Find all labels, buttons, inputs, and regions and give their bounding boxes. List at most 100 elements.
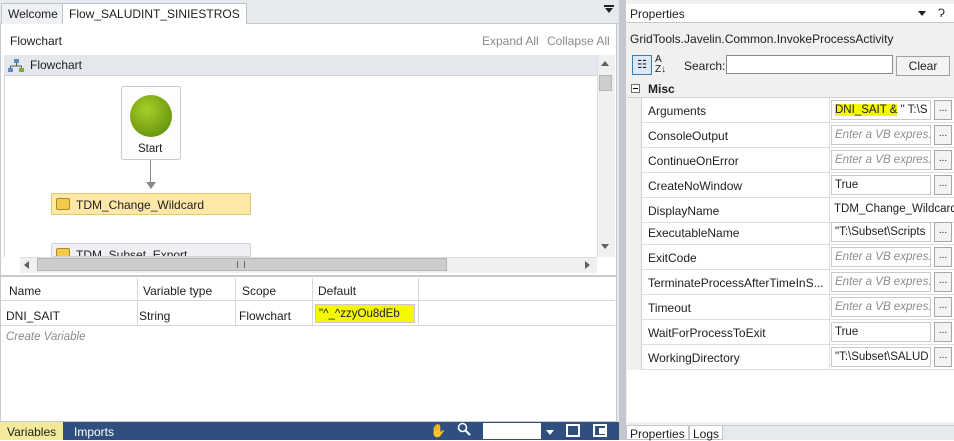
property-value-input[interactable]: Enter a VB expres: <box>831 150 931 170</box>
column-divider <box>829 123 830 148</box>
clear-search-button[interactable]: Clear <box>896 56 950 76</box>
property-row[interactable]: ExitCode Enter a VB expres:... <box>642 245 954 270</box>
property-row[interactable]: CreateNoWindow True... <box>642 173 954 198</box>
fit-to-screen-icon[interactable] <box>566 424 580 437</box>
table-row[interactable] <box>1 301 615 326</box>
tab-flow-saludint-siniestros[interactable]: Flow_SALUDINT_SINIESTROS <box>62 3 247 24</box>
create-variable-placeholder[interactable]: Create Variable <box>6 331 85 343</box>
tab-welcome[interactable]: Welcome <box>1 3 65 24</box>
expression-editor-button[interactable]: ... <box>934 297 952 317</box>
property-value-input[interactable]: True <box>831 322 931 342</box>
expression-editor-button[interactable]: ... <box>934 347 952 367</box>
expression-editor-button[interactable]: ... <box>934 125 952 145</box>
property-value-input[interactable]: True <box>831 175 931 195</box>
connector-arrow-icon <box>146 182 156 189</box>
column-divider <box>829 345 830 370</box>
tab-menu-icon-bar[interactable] <box>604 5 614 7</box>
category-misc-row[interactable] <box>627 79 954 98</box>
variable-default-value: "^_^zzyOu8dEb <box>319 308 400 320</box>
highlighted-argument-text: DNI_SAIT & <box>835 104 898 116</box>
properties-search-input[interactable] <box>726 55 893 74</box>
flowchart-icon <box>8 59 24 72</box>
imports-tab[interactable]: Imports <box>74 425 114 439</box>
property-row[interactable]: ContinueOnError Enter a VB expres:... <box>642 148 954 173</box>
flowchart-canvas[interactable] <box>4 76 597 257</box>
expression-editor-button[interactable]: ... <box>934 247 952 267</box>
alphabetical-sort-icon[interactable]: A Z↓ <box>655 55 673 75</box>
variable-type-cell[interactable]: String <box>139 309 170 323</box>
property-name: ContinueOnError <box>648 154 739 168</box>
tab-properties[interactable]: Properties <box>626 426 689 441</box>
tab-menu-icon[interactable] <box>605 8 613 13</box>
collapse-all-link[interactable]: Collapse All <box>547 34 610 48</box>
property-value-input[interactable]: "T:\Subset\Scripts <box>831 222 931 242</box>
flowchart-title: Flowchart <box>30 58 83 72</box>
property-name: Arguments <box>648 104 707 118</box>
property-row[interactable]: TerminateProcessAfterTimeInS... Enter a V… <box>642 270 954 295</box>
tab-logs[interactable]: Logs <box>689 426 724 441</box>
property-name: ConsoleOutput <box>648 129 729 143</box>
zoom-level-combobox[interactable] <box>483 423 541 439</box>
start-node-label: Start <box>138 143 163 155</box>
activity-icon <box>56 198 70 210</box>
property-value-input[interactable]: Enter a VB expres: <box>831 297 931 317</box>
vertical-scroll-thumb[interactable] <box>599 75 612 91</box>
pin-icon[interactable]: Ɂ <box>938 6 945 20</box>
pan-hand-icon[interactable]: ✋ <box>430 423 446 438</box>
variables-tab[interactable]: Variables <box>0 422 63 440</box>
variables-header-row <box>1 278 615 301</box>
scroll-right-icon[interactable] <box>585 261 590 269</box>
property-value-input[interactable]: TDM_Change_Wildcard <box>831 200 954 220</box>
property-value-input[interactable]: Enter a VB expres: <box>831 272 931 292</box>
expand-all-link[interactable]: Expand All <box>482 34 539 48</box>
scroll-grip-icon <box>237 261 245 268</box>
expression-editor-button[interactable]: ... <box>934 222 952 242</box>
scroll-left-icon[interactable] <box>24 261 29 269</box>
activity-class-name: GridTools.Javelin.Common.InvokeProcessAc… <box>630 32 894 46</box>
property-name: CreateNoWindow <box>648 179 743 193</box>
expression-editor-button[interactable]: ... <box>934 175 952 195</box>
property-row[interactable]: ExecutableName "T:\Subset\Scripts... <box>642 220 954 245</box>
search-label: Search: <box>684 59 726 73</box>
category-label: Misc <box>648 82 675 96</box>
property-row[interactable]: WorkingDirectory "T:\Subset\SALUD... <box>642 345 954 370</box>
property-name: DisplayName <box>648 204 720 218</box>
property-name: ExecutableName <box>648 226 740 240</box>
activity-tdm-change-wildcard[interactable]: TDM_Change_Wildcard <box>51 193 251 215</box>
expression-editor-button[interactable]: ... <box>934 272 952 292</box>
pane-splitter[interactable] <box>619 0 626 440</box>
property-row[interactable]: Timeout Enter a VB expres:... <box>642 295 954 320</box>
property-value-input[interactable]: Enter a VB expres: <box>831 247 931 267</box>
expression-editor-button[interactable]: ... <box>934 100 952 120</box>
zoom-dropdown-icon[interactable] <box>546 430 554 435</box>
scroll-up-icon[interactable] <box>601 61 609 66</box>
categorized-sort-icon[interactable]: ☷ <box>632 55 652 75</box>
zoom-magnifier-icon[interactable] <box>457 422 471 437</box>
property-value-input[interactable]: Enter a VB expres: <box>831 125 931 145</box>
expression-editor-button[interactable]: ... <box>934 150 952 170</box>
column-divider <box>829 148 830 173</box>
expression-editor-button[interactable]: ... <box>934 322 952 342</box>
property-value-input[interactable]: "T:\Subset\SALUD <box>831 347 931 367</box>
column-divider <box>829 245 830 270</box>
properties-title: Properties <box>630 7 685 21</box>
column-divider <box>829 173 830 198</box>
column-header-default[interactable]: Default <box>318 284 356 298</box>
start-node-circle <box>130 95 172 137</box>
breadcrumb[interactable]: Flowchart <box>10 34 62 48</box>
collapse-category-icon[interactable] <box>631 84 640 93</box>
column-header-variable-type[interactable]: Variable type <box>143 284 212 298</box>
variable-scope-cell[interactable]: Flowchart <box>239 309 291 323</box>
property-row[interactable]: Arguments DNI_SAIT & " T:\S... <box>642 98 954 123</box>
property-row[interactable]: ConsoleOutput Enter a VB expres:... <box>642 123 954 148</box>
scroll-down-icon[interactable] <box>601 244 609 249</box>
column-divider <box>829 320 830 345</box>
column-header-scope[interactable]: Scope <box>242 284 276 298</box>
properties-menu-icon[interactable] <box>918 11 926 16</box>
column-header-name[interactable]: Name <box>9 284 41 298</box>
property-name: Timeout <box>648 301 691 315</box>
variable-name-cell[interactable]: DNI_SAIT <box>6 309 60 323</box>
property-value-input[interactable]: DNI_SAIT & " T:\S <box>831 100 931 120</box>
property-row[interactable]: WaitForProcessToExit True... <box>642 320 954 345</box>
activity-tdm-subset-export[interactable]: TDM_Subset_Export <box>51 243 251 257</box>
